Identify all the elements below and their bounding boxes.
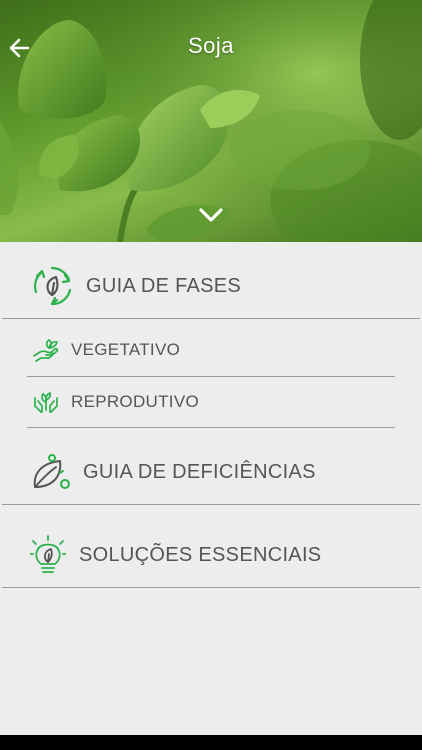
- divider: [27, 376, 395, 377]
- menu-item-label: REPRODUTIVO: [71, 392, 199, 411]
- menu-item-guia-de-fases[interactable]: GUIA DE FASES: [30, 264, 241, 308]
- menu-item-label: GUIA DE DEFICIÊNCIAS: [83, 460, 316, 483]
- divider: [2, 318, 420, 319]
- menu-item-label: VEGETATIVO: [71, 340, 181, 359]
- page-title: Soja: [187, 33, 235, 58]
- chevron-down-icon: [199, 208, 223, 222]
- hand-sprout-icon: [33, 339, 59, 362]
- menu-item-reprodutivo[interactable]: REPRODUTIVO: [32, 388, 199, 416]
- divider: [27, 427, 395, 428]
- menu-item-solucoes-essenciais[interactable]: SOLUÇÕES ESSENCIAIS: [30, 533, 321, 577]
- divider: [2, 587, 420, 588]
- hands-plant-icon: [34, 392, 58, 413]
- system-bottom-bar: [0, 735, 422, 750]
- menu-item-vegetativo[interactable]: VEGETATIVO: [32, 336, 180, 364]
- menu-item-guia-de-deficiencias[interactable]: GUIA DE DEFICIÊNCIAS: [30, 450, 316, 494]
- divider: [2, 504, 420, 505]
- menu-item-label: GUIA DE FASES: [86, 274, 242, 297]
- app-screen: Soja GUIA DE FASES VEGETATIVO REPRODUTIV…: [0, 0, 422, 735]
- bulb-leaf-icon: [30, 535, 66, 573]
- leaf-drop-icon: [33, 454, 70, 489]
- menu-item-label: SOLUÇÕES ESSENCIAIS: [79, 543, 322, 566]
- cycle-leaf-icon: [33, 266, 72, 306]
- expand-button[interactable]: [196, 204, 226, 226]
- header-image: Soja: [0, 0, 422, 242]
